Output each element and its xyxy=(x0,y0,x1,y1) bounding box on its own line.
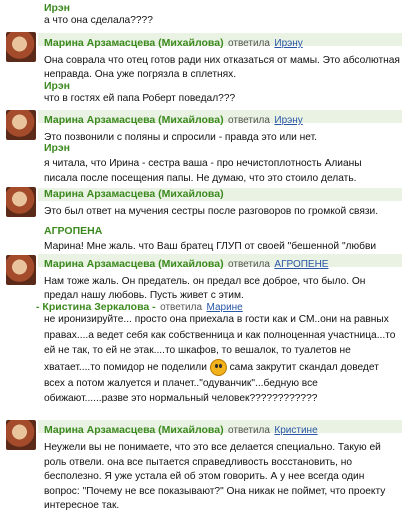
author-name[interactable]: Марина Арзамасцева (Михайлова) xyxy=(44,258,224,270)
avatar[interactable] xyxy=(6,32,36,62)
author-name[interactable]: Ирэн xyxy=(44,142,394,154)
comment: Ирэн я читала, что Ирина - сестра ваша -… xyxy=(44,142,394,186)
author-name[interactable]: Ирэн xyxy=(44,80,399,92)
reply-to-link[interactable]: Кристине xyxy=(274,425,317,436)
comment-text: а что она сделала???? xyxy=(44,15,153,26)
comment: Марина Арзамасцева (Михайлова) ответила … xyxy=(44,420,402,514)
reply-label: ответила xyxy=(228,38,270,49)
comment: Марина Арзамасцева (Михайлова) ответила … xyxy=(44,33,402,82)
author-name[interactable]: Марина Арзамасцева (Михайлова) xyxy=(44,114,224,126)
author-name[interactable]: Марина Арзамасцева (Михайлова) xyxy=(44,188,404,200)
comment-text: Неужели вы не понимаете, что это все дел… xyxy=(44,442,386,511)
avatar[interactable] xyxy=(6,187,36,217)
comment-text: Это был ответ на мучения сестры после ра… xyxy=(44,206,379,217)
comment: Марина Арзамасцева (Михайлова) ответила … xyxy=(44,110,402,145)
author-name[interactable]: Марина Арзамасцева (Михайлова) xyxy=(44,37,224,49)
reply-label: ответила xyxy=(228,259,270,270)
reply-label: ответила xyxy=(228,115,270,126)
comment-text: Она соврала что отец готов ради них отка… xyxy=(44,55,400,80)
comment: Марина Арзамасцева (Михайлова) ответила … xyxy=(44,254,402,303)
smiley-icon xyxy=(209,358,227,376)
comment-text: Марина! Мне жаль. что Ваш братец ГЛУП от… xyxy=(44,241,377,252)
avatar[interactable] xyxy=(6,420,36,450)
reply-to-link[interactable]: Ирэну xyxy=(274,38,302,49)
comment: АГРОПЕНА Марина! Мне жаль. что Ваш брате… xyxy=(44,225,408,254)
comment: Ирэн что в гостях ей папа Роберт поведал… xyxy=(44,80,399,106)
reply-to-link[interactable]: Ирэну xyxy=(274,115,302,126)
comment-text: не иронизируйте... просто она приехала в… xyxy=(44,312,402,407)
comment-text: я читала, что Ирина - сестра ваша - про … xyxy=(44,158,362,184)
avatar[interactable] xyxy=(6,110,36,140)
reply-label: ответила xyxy=(228,425,270,436)
author-name[interactable]: АГРОПЕНА xyxy=(44,225,408,237)
reply-to-link[interactable]: АГРОПЕНЕ xyxy=(274,259,328,270)
comment: Ирэн а что она сделала???? xyxy=(44,2,399,28)
avatar[interactable] xyxy=(6,255,36,285)
author-name[interactable]: Марина Арзамасцева (Михайлова) xyxy=(44,424,224,436)
author-name[interactable]: Ирэн xyxy=(44,2,399,14)
comment: Марина Арзамасцева (Михайлова) Это был о… xyxy=(44,188,404,219)
comment-text: что в гостях ей папа Роберт поведал??? xyxy=(44,93,236,104)
